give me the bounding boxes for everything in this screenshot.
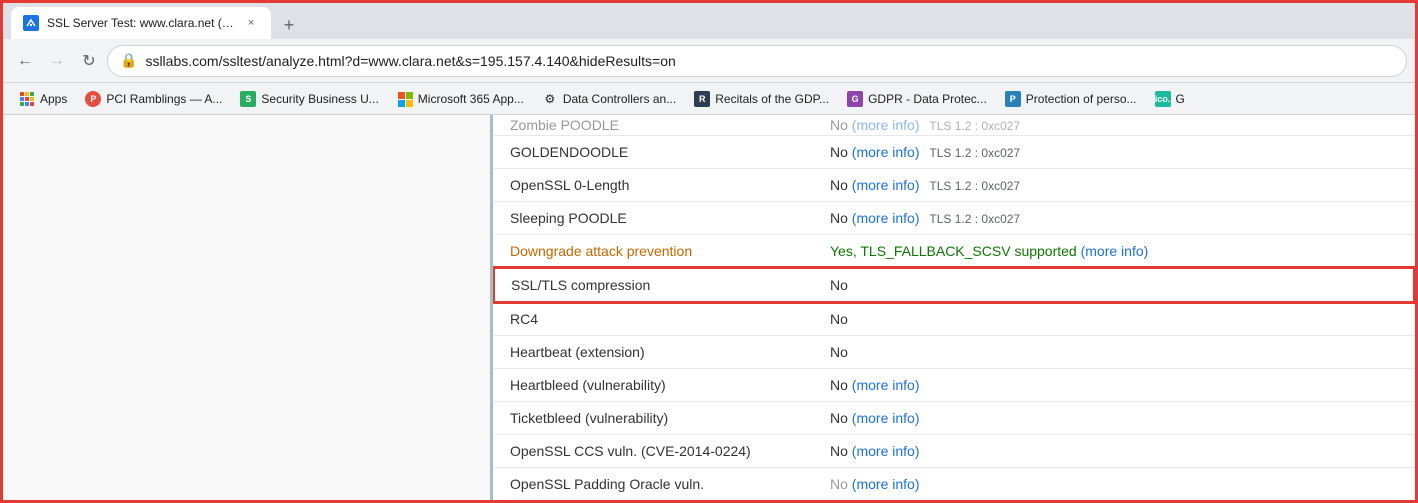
bookmark-protection-label: Protection of perso... xyxy=(1026,92,1137,106)
new-tab-button[interactable]: + xyxy=(275,11,303,39)
table-row: Zombie POODLE No (more info) TLS 1.2 : 0… xyxy=(494,115,1414,135)
bookmark-ico-label: G xyxy=(1176,92,1185,106)
bookmark-apps-label: Apps xyxy=(40,92,67,106)
nav-bar: ← → ↻ 🔒 ssllabs.com/ssltest/analyze.html… xyxy=(3,39,1415,83)
bookmark-apps[interactable]: Apps xyxy=(11,88,75,110)
row-label: OpenSSL CCS vuln. (CVE-2014-0224) xyxy=(494,434,814,467)
protection-favicon: P xyxy=(1005,91,1021,107)
bookmark-gdpr[interactable]: G GDPR - Data Protec... xyxy=(839,88,995,110)
table-row: RC4 No xyxy=(494,302,1414,336)
forward-button[interactable]: → xyxy=(43,47,71,75)
row-value: No (more info) xyxy=(814,368,1414,401)
bookmark-pci-label: PCI Ramblings — A... xyxy=(106,92,222,106)
bookmark-recitals-label: Recitals of the GDP... xyxy=(715,92,829,106)
table-row: OpenSSL 0-Length No (more info) TLS 1.2 … xyxy=(494,168,1414,201)
row-label: Heartbeat (extension) xyxy=(494,335,814,368)
more-info-link[interactable]: (more info) xyxy=(852,210,920,226)
microsoft-favicon xyxy=(397,91,413,107)
pci-favicon: P xyxy=(85,91,101,107)
table-row: Heartbleed (vulnerability) No (more info… xyxy=(494,368,1414,401)
table-row: Sleeping POODLE No (more info) TLS 1.2 :… xyxy=(494,201,1414,234)
bookmark-pci[interactable]: P PCI Ramblings — A... xyxy=(77,88,230,110)
bookmark-security[interactable]: S Security Business U... xyxy=(232,88,386,110)
main-content: Zombie POODLE No (more info) TLS 1.2 : 0… xyxy=(3,115,1415,500)
row-label: SSL/TLS compression xyxy=(494,268,814,302)
row-value: No (more info) xyxy=(814,434,1414,467)
right-panel: Zombie POODLE No (more info) TLS 1.2 : 0… xyxy=(493,115,1415,500)
downgrade-value: Yes, TLS_FALLBACK_SCSV supported xyxy=(830,243,1077,259)
bookmark-recitals[interactable]: R Recitals of the GDP... xyxy=(686,88,837,110)
active-tab[interactable]: SSL Server Test: www.clara.net (P... × xyxy=(11,7,271,39)
tab-favicon xyxy=(23,15,39,31)
row-label: Downgrade attack prevention xyxy=(494,234,814,268)
tab-close-button[interactable]: × xyxy=(243,15,259,31)
back-button[interactable]: ← xyxy=(11,47,39,75)
data-ctrl-favicon: ⚙ xyxy=(542,91,558,107)
row-value: No (more info) xyxy=(814,401,1414,434)
row-value: No xyxy=(814,335,1414,368)
row-label: OpenSSL Padding Oracle vuln. xyxy=(494,467,814,500)
row-value: No xyxy=(814,302,1414,336)
row-value: No (more info) TLS 1.2 : 0xc027 xyxy=(814,135,1414,168)
more-info-link[interactable]: (more info) xyxy=(1081,243,1149,259)
address-bar[interactable]: 🔒 ssllabs.com/ssltest/analyze.html?d=www… xyxy=(107,45,1407,77)
tab-bar: SSL Server Test: www.clara.net (P... × + xyxy=(3,3,1415,39)
bookmark-gdpr-label: GDPR - Data Protec... xyxy=(868,92,987,106)
bookmark-security-label: Security Business U... xyxy=(261,92,378,106)
row-value: No (more info) TLS 1.2 : 0xc027 xyxy=(814,115,1414,135)
more-info-link[interactable]: (more info) xyxy=(852,476,920,492)
row-label: OpenSSL 0-Length xyxy=(494,168,814,201)
table-row: OpenSSL Padding Oracle vuln. No (more in… xyxy=(494,467,1414,500)
table-row: GOLDENDOODLE No (more info) TLS 1.2 : 0x… xyxy=(494,135,1414,168)
row-value: Yes, TLS_FALLBACK_SCSV supported (more i… xyxy=(814,234,1414,268)
more-info-link[interactable]: (more info) xyxy=(852,144,920,160)
browser-chrome: SSL Server Test: www.clara.net (P... × +… xyxy=(3,3,1415,115)
bookmark-microsoft-label: Microsoft 365 App... xyxy=(418,92,524,106)
row-label: RC4 xyxy=(494,302,814,336)
apps-grid-icon xyxy=(19,91,35,107)
bookmark-data-ctrl[interactable]: ⚙ Data Controllers an... xyxy=(534,88,684,110)
row-label: GOLDENDOODLE xyxy=(494,135,814,168)
table-row: OpenSSL CCS vuln. (CVE-2014-0224) No (mo… xyxy=(494,434,1414,467)
bookmark-protection[interactable]: P Protection of perso... xyxy=(997,88,1145,110)
row-value: No (more info) TLS 1.2 : 0xc027 xyxy=(814,201,1414,234)
tab-title: SSL Server Test: www.clara.net (P... xyxy=(47,16,235,30)
table-row-ssl-tls: SSL/TLS compression No xyxy=(494,268,1414,302)
address-url: ssllabs.com/ssltest/analyze.html?d=www.c… xyxy=(145,53,675,69)
bookmark-data-ctrl-label: Data Controllers an... xyxy=(563,92,676,106)
bookmarks-bar: Apps P PCI Ramblings — A... S Security B… xyxy=(3,83,1415,115)
more-info-link[interactable]: (more info) xyxy=(852,410,920,426)
row-value: No (more info) TLS 1.2 : 0xc027 xyxy=(814,168,1414,201)
row-label: Sleeping POODLE xyxy=(494,201,814,234)
more-info-link[interactable]: (more info) xyxy=(852,177,920,193)
left-panel xyxy=(3,115,493,500)
more-info-link[interactable]: (more info) xyxy=(852,443,920,459)
row-label: Heartbleed (vulnerability) xyxy=(494,368,814,401)
table-row-downgrade: Downgrade attack prevention Yes, TLS_FAL… xyxy=(494,234,1414,268)
row-value: No xyxy=(814,268,1414,302)
more-info-link[interactable]: (more info) xyxy=(852,117,920,133)
table-row: Ticketbleed (vulnerability) No (more inf… xyxy=(494,401,1414,434)
more-info-link[interactable]: (more info) xyxy=(852,377,920,393)
ico-favicon: ico. xyxy=(1155,91,1171,107)
table-row: Heartbeat (extension) No xyxy=(494,335,1414,368)
recitals-favicon: R xyxy=(694,91,710,107)
vulnerability-table: Zombie POODLE No (more info) TLS 1.2 : 0… xyxy=(493,115,1415,500)
bookmark-ico[interactable]: ico. G xyxy=(1147,88,1193,110)
reload-button[interactable]: ↻ xyxy=(75,47,103,75)
lock-icon: 🔒 xyxy=(120,52,137,69)
row-label: Zombie POODLE xyxy=(494,115,814,135)
bookmark-microsoft[interactable]: Microsoft 365 App... xyxy=(389,88,532,110)
security-favicon: S xyxy=(240,91,256,107)
gdpr-favicon: G xyxy=(847,91,863,107)
row-value: No (more info) xyxy=(814,467,1414,500)
row-label: Ticketbleed (vulnerability) xyxy=(494,401,814,434)
